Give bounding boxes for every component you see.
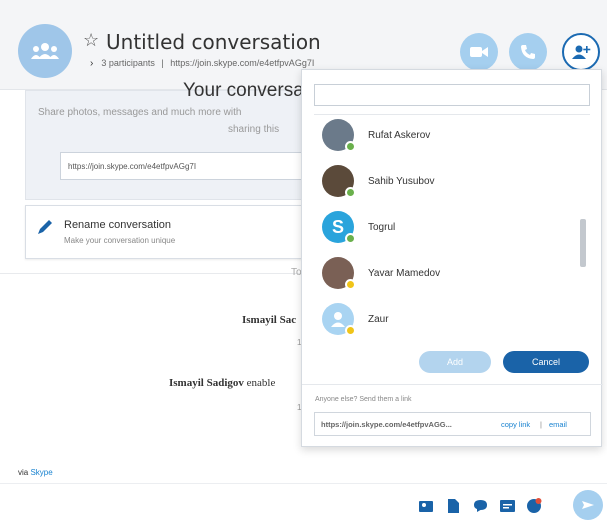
send-video-message-button[interactable] xyxy=(472,498,488,514)
group-icon xyxy=(31,43,59,59)
system-message-1: Ismayil Sac xyxy=(242,314,297,326)
send-contact-button[interactable] xyxy=(499,498,515,514)
header-join-link[interactable]: https://join.skype.com/e4etfpvAGg7I xyxy=(170,58,314,68)
send-photo-button[interactable] xyxy=(418,498,434,514)
rename-subtitle: Make your conversation unique xyxy=(64,236,176,245)
contact-avatar xyxy=(322,165,356,198)
video-call-button[interactable] xyxy=(460,33,498,71)
away-status-icon xyxy=(345,279,356,290)
group-avatar[interactable] xyxy=(18,24,72,78)
file-icon xyxy=(447,499,459,513)
send-file-button[interactable] xyxy=(445,498,461,514)
audio-call-button[interactable] xyxy=(509,33,547,71)
anyone-else-label: Anyone else? Send them a link xyxy=(315,396,412,403)
share-card-title: Your conversa xyxy=(183,80,304,101)
copy-link-button[interactable]: copy link xyxy=(501,420,530,429)
day-label: To xyxy=(291,267,302,278)
conversation-title[interactable]: Untitled conversation xyxy=(106,30,321,54)
chevron-right-icon: › xyxy=(90,58,94,69)
contact-item[interactable]: Yavar Mamedov xyxy=(314,251,576,297)
share-card-subtitle: Share photos, messages and much more wit… xyxy=(38,107,242,118)
contact-avatar xyxy=(322,257,356,290)
cancel-button[interactable]: Cancel xyxy=(503,351,589,373)
conversation-subtitle[interactable]: › 3 participants | https://join.skype.com… xyxy=(90,58,314,69)
contact-search-input[interactable] xyxy=(314,84,590,106)
contact-list-scrollbar[interactable] xyxy=(580,219,586,267)
message-2-name: Ismayil Sadigov xyxy=(169,377,244,389)
away-status-icon xyxy=(345,325,356,336)
via-skype: via Skype xyxy=(18,468,53,477)
default-user-icon xyxy=(331,312,345,327)
contact-card-icon xyxy=(499,500,515,512)
contact-item[interactable]: Sahib Yusubov xyxy=(314,159,576,205)
emoticon-button[interactable] xyxy=(526,498,542,514)
speech-bubble-icon xyxy=(473,500,487,512)
contact-avatar: S xyxy=(322,211,356,244)
add-people-popup: Rufat Askerov Sahib Yusubov S Togrul Yav… xyxy=(301,69,603,447)
pipe-separator: | xyxy=(161,58,164,68)
via-skype-link[interactable]: Skype xyxy=(30,468,52,477)
day-divider xyxy=(0,273,300,274)
invite-link-row: https://join.skype.com/e4etfpvAGG... cop… xyxy=(314,412,591,436)
image-icon xyxy=(419,501,433,512)
pencil-icon xyxy=(38,220,52,234)
participants-count: 3 participants xyxy=(101,58,155,68)
composer-separator xyxy=(0,483,607,484)
online-status-icon xyxy=(345,187,356,198)
contact-avatar xyxy=(322,303,356,336)
contact-item[interactable]: S Togrul xyxy=(314,205,576,251)
rename-title: Rename conversation xyxy=(64,219,172,231)
popup-separator xyxy=(302,384,603,385)
contact-avatar xyxy=(322,119,356,152)
contact-name: Rufat Askerov xyxy=(368,130,431,141)
contact-item[interactable]: Zaur xyxy=(314,297,576,339)
rename-conversation-card[interactable]: Rename conversation Make your conversati… xyxy=(25,205,315,259)
add-person-icon xyxy=(572,45,591,59)
composer-toolbar xyxy=(418,498,542,514)
contact-name: Yavar Mamedov xyxy=(368,268,441,279)
share-link-field[interactable]: https://join.skype.com/e4etfpvAGg7I xyxy=(60,152,310,180)
link-separator: | xyxy=(540,420,542,429)
add-people-button[interactable] xyxy=(562,33,600,71)
contact-item[interactable]: Rufat Askerov xyxy=(314,115,576,159)
share-card-subtitle-2: sharing this xyxy=(228,124,280,135)
system-message-2: Ismayil Sadigov enable xyxy=(169,377,275,389)
contact-name: Togrul xyxy=(368,222,396,233)
contact-name: Sahib Yusubov xyxy=(368,176,435,187)
message-2-text: enable xyxy=(246,377,276,389)
contact-list: Rufat Askerov Sahib Yusubov S Togrul Yav… xyxy=(314,114,590,339)
online-status-icon xyxy=(345,233,356,244)
favorite-star-icon[interactable]: ☆ xyxy=(83,30,99,51)
phone-icon xyxy=(521,45,535,59)
send-message-button[interactable] xyxy=(573,490,603,520)
via-prefix: via xyxy=(18,468,29,477)
send-arrow-icon xyxy=(582,501,594,509)
contact-name: Zaur xyxy=(368,314,389,325)
add-button[interactable]: Add xyxy=(419,351,491,373)
email-link-button[interactable]: email xyxy=(549,420,567,429)
video-camera-icon xyxy=(470,47,488,57)
online-status-icon xyxy=(345,141,356,152)
invite-link[interactable]: https://join.skype.com/e4etfpvAGG... xyxy=(321,420,452,429)
emoticon-icon xyxy=(527,498,542,513)
